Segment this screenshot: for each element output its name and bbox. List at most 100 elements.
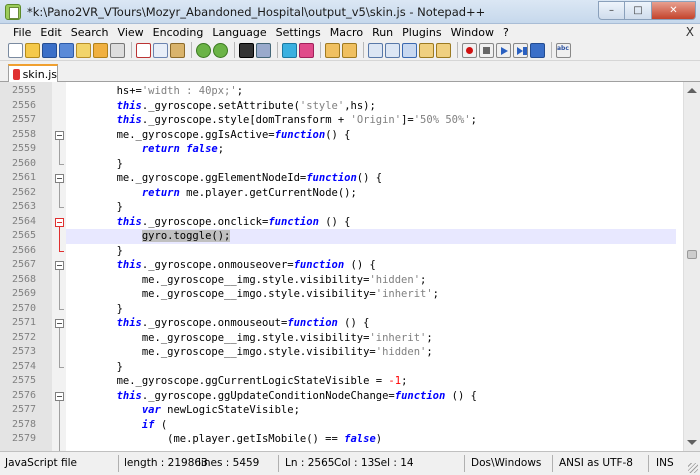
- code-line[interactable]: 2561 me._gyroscope.ggElementNodeId=funct…: [0, 171, 700, 186]
- scrollbar-thumb[interactable]: [687, 250, 697, 259]
- undo-icon[interactable]: [196, 42, 211, 58]
- code-line[interactable]: 2557 this._gyroscope.style[domTransform …: [0, 113, 700, 128]
- open-file-icon[interactable]: [25, 42, 40, 58]
- find-icon[interactable]: [239, 42, 254, 58]
- close-document-x[interactable]: X: [686, 25, 694, 39]
- code-line[interactable]: 2565 gyro.toggle();: [0, 229, 700, 244]
- code-line[interactable]: 2579 (me.player.getIsMobile() == false): [0, 432, 700, 447]
- menu-language[interactable]: Language: [212, 26, 266, 39]
- menu-plugins[interactable]: Plugins: [402, 26, 441, 39]
- user-defined-language-icon[interactable]: [419, 42, 434, 58]
- menu-view[interactable]: View: [118, 26, 144, 39]
- code-line[interactable]: 2559 return false;: [0, 142, 700, 157]
- code-line[interactable]: 2555 hs+='width : 40px;';: [0, 84, 700, 99]
- close-all-icon[interactable]: [93, 42, 108, 58]
- copy-icon[interactable]: [153, 42, 168, 58]
- code-text: return me.player.getCurrentNode();: [141, 186, 357, 199]
- vertical-scrollbar[interactable]: [683, 82, 700, 451]
- maximize-button[interactable]: □: [625, 1, 652, 20]
- new-file-icon[interactable]: [8, 42, 23, 58]
- code-editor[interactable]: 2555 hs+='width : 40px;'; 2556 this._gyro…: [0, 82, 700, 451]
- code-line[interactable]: 2578 if (: [0, 418, 700, 433]
- zoom-in-icon[interactable]: [282, 42, 297, 58]
- menu-file[interactable]: File: [13, 26, 31, 39]
- menu-search[interactable]: Search: [71, 26, 109, 39]
- save-macro-icon[interactable]: [530, 42, 545, 58]
- save-all-icon[interactable]: [59, 42, 74, 58]
- code-line[interactable]: 2556 this._gyroscope.setAttribute('style…: [0, 99, 700, 114]
- line-number: 2574: [12, 360, 37, 372]
- fold-toggle-icon[interactable]: [55, 261, 64, 270]
- word-wrap-icon[interactable]: [368, 42, 383, 58]
- menu-settings[interactable]: Settings: [276, 26, 321, 39]
- code-text: this._gyroscope.onmouseover=function () …: [116, 259, 376, 271]
- code-line[interactable]: 2573 me._gyroscope__imgo.style.visibilit…: [0, 345, 700, 360]
- minimize-button[interactable]: –: [598, 1, 625, 20]
- paste-icon[interactable]: [170, 42, 185, 58]
- menu-edit[interactable]: Edit: [40, 26, 61, 39]
- menu-run[interactable]: Run: [372, 26, 393, 39]
- code-line[interactable]: 2574 }: [0, 360, 700, 375]
- line-number: 2575: [12, 375, 37, 386]
- fold-toggle-icon[interactable]: [55, 319, 64, 328]
- code-line[interactable]: 2564 this._gyroscope.onclick=function ()…: [0, 215, 700, 230]
- code-text: me._gyroscope.ggIsActive=function() {: [66, 128, 351, 141]
- show-all-chars-icon[interactable]: [385, 42, 400, 58]
- menu-help[interactable]: ?: [503, 26, 509, 39]
- code-text: this._gyroscope.onclick=function () {: [116, 215, 351, 228]
- replace-icon[interactable]: [256, 42, 271, 58]
- code-line[interactable]: 2567 this._gyroscope.onmouseover=functio…: [0, 258, 700, 273]
- fold-toggle-icon[interactable]: [55, 217, 64, 227]
- code-line[interactable]: 2563 }: [0, 200, 700, 215]
- line-number: 2578: [12, 418, 37, 430]
- code-line[interactable]: 2569 me._gyroscope__imgo.style.visibilit…: [0, 287, 700, 302]
- indent-guide-icon[interactable]: [402, 42, 417, 58]
- status-file-type: JavaScript file: [5, 457, 77, 469]
- fold-toggle-icon[interactable]: [55, 130, 64, 140]
- line-number: 2562: [12, 186, 37, 198]
- zoom-out-icon[interactable]: [299, 42, 314, 58]
- stop-recording-icon[interactable]: [479, 42, 494, 58]
- document-map-icon[interactable]: [436, 42, 451, 58]
- code-line[interactable]: 2571 this._gyroscope.onmouseout=function…: [0, 316, 700, 331]
- code-line[interactable]: 2566 }: [0, 244, 700, 259]
- code-text: }: [66, 302, 123, 315]
- code-text: me._gyroscope.ggCurrentLogicStateVisible…: [66, 375, 408, 387]
- fold-toggle-icon[interactable]: [55, 174, 64, 183]
- menu-window[interactable]: Window: [451, 26, 494, 39]
- resize-grip[interactable]: [688, 463, 698, 473]
- line-number: 2573: [12, 346, 37, 357]
- playback-macro-icon[interactable]: [496, 42, 511, 58]
- menu-macro[interactable]: Macro: [330, 26, 363, 39]
- notepadpp-app-icon[interactable]: [5, 4, 21, 20]
- code-line[interactable]: 2575 me._gyroscope.ggCurrentLogicStateVi…: [0, 374, 700, 389]
- code-line[interactable]: 2558 me._gyroscope.ggIsActive=function()…: [0, 128, 700, 143]
- close-file-icon[interactable]: [76, 42, 91, 58]
- code-line[interactable]: 2562 return me.player.getCurrentNode();: [0, 186, 700, 201]
- save-icon[interactable]: [42, 42, 57, 58]
- code-line[interactable]: 2560 }: [0, 157, 700, 172]
- code-line[interactable]: 2576 this._gyroscope.ggUpdateConditionNo…: [0, 389, 700, 404]
- close-window-button[interactable]: ✕: [652, 1, 696, 20]
- code-line[interactable]: 2572 me._gyroscope__img.style.visibility…: [0, 331, 700, 346]
- redo-icon[interactable]: [213, 42, 228, 58]
- status-eol: Dos\Windows: [471, 457, 542, 469]
- tab-skin-js[interactable]: skin.js: [8, 64, 58, 83]
- spell-check-icon[interactable]: [556, 42, 571, 58]
- sync-vertical-icon[interactable]: [325, 42, 340, 58]
- menu-encoding[interactable]: Encoding: [153, 26, 204, 39]
- fold-end-marker: [59, 250, 64, 252]
- code-line[interactable]: 2577 var newLogicStateVisible;: [0, 403, 700, 418]
- scroll-up-arrow-icon[interactable]: [687, 88, 697, 93]
- run-macro-multiple-icon[interactable]: [513, 42, 528, 58]
- status-encoding: ANSI as UTF-8: [559, 457, 633, 469]
- code-line[interactable]: 2568 me._gyroscope__img.style.visibility…: [0, 273, 700, 288]
- scroll-down-arrow-icon[interactable]: [687, 440, 697, 445]
- print-icon[interactable]: [110, 42, 125, 58]
- line-number: 2557: [12, 114, 37, 125]
- code-line[interactable]: 2570 }: [0, 302, 700, 317]
- cut-icon[interactable]: [136, 42, 151, 58]
- record-macro-icon[interactable]: [462, 42, 477, 58]
- fold-toggle-icon[interactable]: [55, 391, 64, 401]
- sync-horizontal-icon[interactable]: [342, 42, 357, 58]
